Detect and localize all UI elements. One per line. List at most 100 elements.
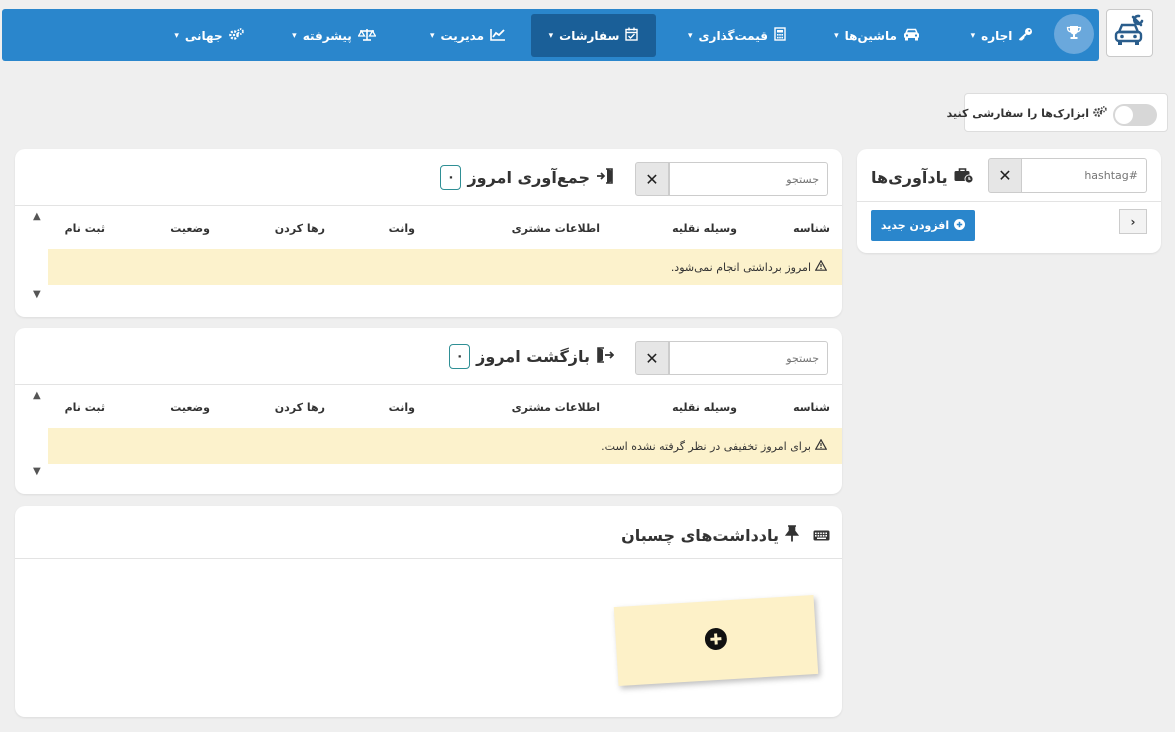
col-vehicle[interactable]: وسیله نقلیه bbox=[672, 222, 737, 235]
chevron-down-icon: ▾ bbox=[970, 30, 976, 41]
return-table-header: شناسه وسیله نقلیه اطلاعات مشتری وانت رها… bbox=[48, 386, 830, 428]
pickup-clear-button[interactable]: ✕ bbox=[635, 162, 669, 196]
count-badge: ۰ bbox=[440, 165, 462, 190]
chart-icon bbox=[490, 28, 506, 44]
key-icon bbox=[1018, 27, 1033, 44]
pickup-warning-row: امروز برداشتی انجام نمی‌شود. bbox=[48, 249, 842, 285]
reminders-next-button[interactable]: › bbox=[1119, 209, 1147, 234]
return-warning-row: برای امروز تخفیفی در نظر گرفته نشده است. bbox=[48, 428, 842, 464]
customize-widgets-label: ابزارک‌ها را سفارشی کنید bbox=[947, 106, 1107, 121]
card-title-text: یادداشت‌های چسبان bbox=[621, 526, 779, 545]
nav-label: ماشین‌ها bbox=[844, 28, 897, 43]
nav-label: جهانی bbox=[184, 28, 223, 43]
return-today-title: بازگشت امروز ۰ bbox=[449, 344, 615, 369]
nav-item-rental[interactable]: اجاره ▾ bbox=[962, 14, 1042, 57]
trophy-button[interactable] bbox=[1054, 14, 1094, 54]
scroll-up-arrow[interactable]: ▲ bbox=[33, 390, 41, 401]
nav-label: اجاره bbox=[981, 28, 1013, 43]
warning-text: برای امروز تخفیفی در نظر گرفته نشده است. bbox=[601, 439, 811, 453]
close-icon: ✕ bbox=[645, 169, 659, 189]
col-registration[interactable]: ثبت نام bbox=[65, 222, 105, 235]
col-dropoff[interactable]: رها کردن bbox=[275, 222, 325, 235]
return-clear-button[interactable]: ✕ bbox=[635, 341, 669, 375]
keyboard-icon[interactable] bbox=[813, 526, 830, 545]
sign-out-door-icon bbox=[596, 346, 615, 367]
car-mechanic-logo-icon bbox=[1112, 14, 1148, 52]
close-icon: ✕ bbox=[645, 348, 659, 368]
nav-label: قیمت‌گذاری bbox=[698, 28, 768, 43]
toggle-knob bbox=[1115, 106, 1133, 124]
cogs-icon bbox=[1093, 106, 1107, 121]
col-vehicle[interactable]: وسیله نقلیه bbox=[672, 401, 737, 414]
nav-item-cars[interactable]: ماشین‌ها ▾ bbox=[827, 14, 927, 57]
chevron-down-icon: ▾ bbox=[548, 30, 554, 41]
chevron-down-icon: ▾ bbox=[688, 30, 693, 41]
card-title-text: یادآوری‌ها bbox=[871, 168, 948, 187]
add-label: افزودن جدید bbox=[880, 219, 950, 232]
app-logo[interactable] bbox=[1106, 9, 1153, 57]
col-id[interactable]: شناسه bbox=[793, 401, 830, 414]
chevron-right-icon: › bbox=[1130, 214, 1136, 229]
calculator-icon bbox=[774, 27, 786, 44]
count-badge: ۰ bbox=[449, 344, 471, 369]
plus-circle-icon bbox=[704, 627, 728, 654]
col-dropoff[interactable]: رها کردن bbox=[275, 401, 325, 414]
top-navbar: جهانی ▾ پیشرفته ▾ مدیریت ▾ سفارشات ▾ قیم… bbox=[2, 9, 1099, 61]
reminders-card: یادآوری‌ها ✕ افزودن جدید › bbox=[857, 149, 1161, 253]
business-time-icon bbox=[954, 167, 974, 188]
col-customer-info[interactable]: اطلاعات مشتری bbox=[512, 222, 600, 235]
scroll-down-arrow[interactable]: ▼ bbox=[33, 466, 41, 477]
pickup-search-input[interactable] bbox=[669, 162, 828, 196]
col-registration[interactable]: ثبت نام bbox=[65, 401, 105, 414]
return-search-input[interactable] bbox=[669, 341, 828, 375]
cogs-icon bbox=[228, 27, 244, 44]
close-icon: ✕ bbox=[998, 166, 1012, 185]
divider bbox=[15, 558, 842, 559]
chevron-down-icon: ▾ bbox=[174, 30, 179, 41]
add-reminder-button[interactable]: افزودن جدید bbox=[871, 210, 975, 241]
sticky-notes-title: یادداشت‌های چسبان bbox=[621, 525, 830, 546]
divider bbox=[857, 201, 1161, 202]
col-id[interactable]: شناسه bbox=[793, 222, 830, 235]
reminders-title: یادآوری‌ها bbox=[871, 167, 974, 188]
pickup-table-header: شناسه وسیله نقلیه اطلاعات مشتری وانت رها… bbox=[48, 207, 830, 249]
card-title-text: جمع‌آوری امروز bbox=[467, 168, 590, 187]
warning-icon bbox=[814, 438, 828, 453]
col-status[interactable]: وضعیت bbox=[170, 401, 210, 414]
hashtag-input[interactable] bbox=[1021, 158, 1147, 193]
nav-item-advanced[interactable]: پیشرفته ▾ bbox=[284, 14, 384, 57]
warning-text: امروز برداشتی انجام نمی‌شود. bbox=[670, 260, 811, 274]
scroll-down-arrow[interactable]: ▼ bbox=[33, 289, 41, 300]
scale-icon bbox=[357, 28, 377, 44]
nav-item-management[interactable]: مدیریت ▾ bbox=[418, 14, 518, 57]
nav-item-pricing[interactable]: قیمت‌گذاری ▾ bbox=[682, 14, 792, 57]
chevron-down-icon: ▾ bbox=[834, 30, 839, 41]
trophy-icon bbox=[1066, 25, 1082, 44]
chevron-down-icon: ▾ bbox=[429, 30, 435, 41]
nav-label: مدیریت bbox=[440, 28, 485, 43]
nav-item-orders[interactable]: سفارشات ▾ bbox=[531, 14, 656, 57]
return-today-card: بازگشت امروز ۰ ✕ ▲ شناسه وسیله نقلیه اطل… bbox=[15, 328, 842, 494]
card-title-text: بازگشت امروز bbox=[476, 347, 590, 366]
col-pickup[interactable]: وانت bbox=[389, 401, 415, 414]
customize-widgets-panel: ابزارک‌ها را سفارشی کنید bbox=[947, 93, 1168, 132]
pickup-today-title: جمع‌آوری امروز ۰ bbox=[440, 165, 614, 190]
chevron-down-icon: ▾ bbox=[292, 30, 297, 41]
customize-widgets-toggle[interactable] bbox=[1113, 104, 1157, 126]
scroll-up-arrow[interactable]: ▲ bbox=[33, 211, 41, 222]
plus-circle-icon bbox=[954, 218, 966, 233]
divider bbox=[15, 205, 842, 206]
reminders-clear-button[interactable]: ✕ bbox=[988, 158, 1022, 193]
customize-widgets-text: ابزارک‌ها را سفارشی کنید bbox=[946, 107, 1089, 120]
new-sticky-note[interactable] bbox=[613, 594, 819, 687]
nav-item-global[interactable]: جهانی ▾ bbox=[164, 14, 254, 57]
sign-in-door-icon bbox=[596, 167, 614, 188]
col-status[interactable]: وضعیت bbox=[170, 222, 210, 235]
col-customer-info[interactable]: اطلاعات مشتری bbox=[512, 401, 600, 414]
col-pickup[interactable]: وانت bbox=[389, 222, 415, 235]
calendar-check-icon bbox=[625, 27, 639, 44]
nav-label: سفارشات bbox=[559, 28, 620, 43]
nav-label: پیشرفته bbox=[302, 28, 352, 43]
sticky-notes-card: یادداشت‌های چسبان bbox=[15, 506, 842, 717]
warning-icon bbox=[814, 259, 828, 274]
